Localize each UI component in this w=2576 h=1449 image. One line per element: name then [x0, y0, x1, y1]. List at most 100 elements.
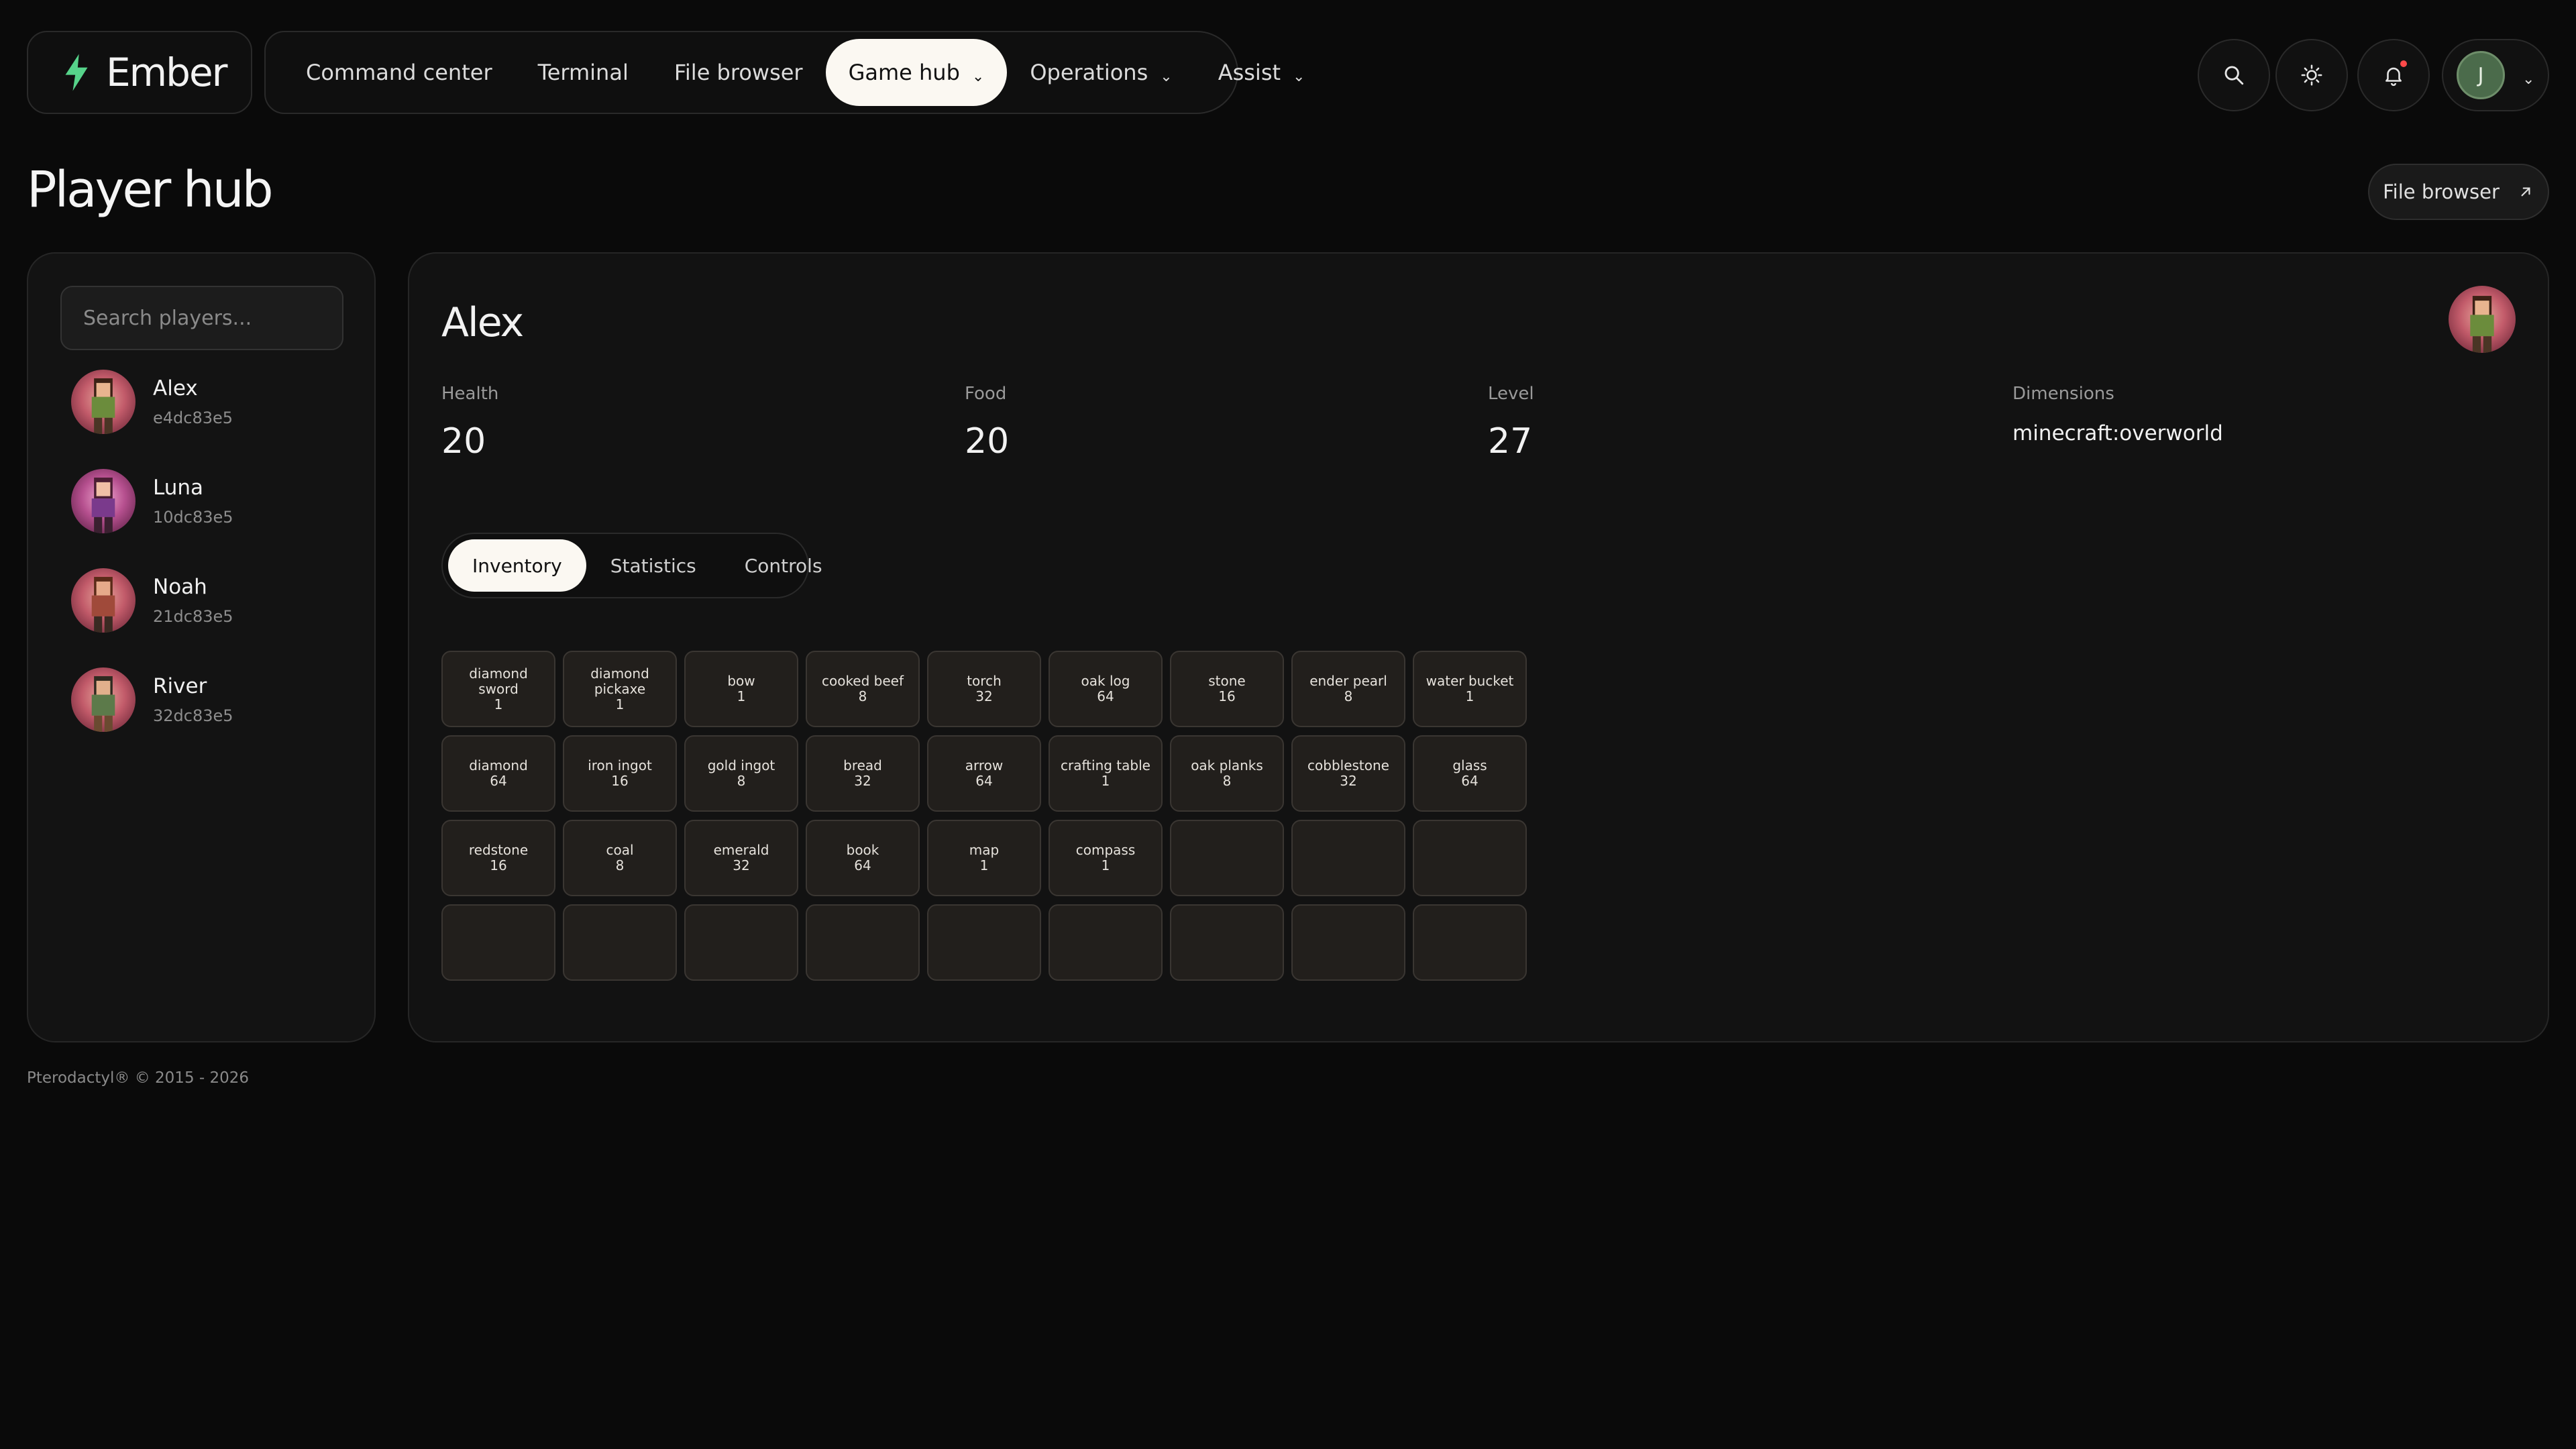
bell-icon [2385, 67, 2402, 87]
item-count: 1 [494, 696, 503, 712]
stat-health: Health 20 [441, 384, 498, 462]
item-name: bread [843, 757, 882, 773]
item-name: glass [1452, 757, 1487, 773]
item-name: emerald [713, 842, 769, 858]
item-count: 1 [737, 688, 746, 704]
item-name: torch [967, 673, 1002, 689]
item-count: 32 [975, 688, 993, 704]
inventory-slot[interactable]: crafting table 1 [1049, 735, 1163, 812]
nav-game-hub[interactable]: Game hub ⌄ [825, 39, 1008, 106]
inventory-slot[interactable]: iron ingot 16 [563, 735, 677, 812]
inventory-slot-empty[interactable] [1291, 904, 1405, 981]
inventory-slot[interactable]: stone 16 [1170, 651, 1284, 727]
player-sidebar: Alex e4dc83e5 Luna 10dc83e5 Noah 21dc83e… [27, 252, 376, 1042]
inventory-slot[interactable]: bread 32 [806, 735, 920, 812]
inventory-slot[interactable]: oak planks 8 [1170, 735, 1284, 812]
tab-statistics[interactable]: Statistics [586, 539, 720, 592]
page-title: Player hub [27, 161, 274, 219]
player-id: e4dc83e5 [153, 409, 233, 427]
tab-controls[interactable]: Controls [720, 539, 847, 592]
nav-terminal[interactable]: Terminal [515, 39, 651, 106]
inventory-slot[interactable]: coal 8 [563, 820, 677, 896]
item-count: 1 [615, 696, 625, 712]
notifications-button[interactable] [2357, 39, 2430, 111]
inventory-slot[interactable]: ender pearl 8 [1291, 651, 1405, 727]
inventory-slot[interactable]: diamond 64 [441, 735, 555, 812]
player-list-item-noah[interactable]: Noah 21dc83e5 [71, 564, 353, 637]
inventory-grid: diamond sword 1 diamond pickaxe 1 bow 1 cooked… [441, 651, 1527, 981]
player-avatar [71, 370, 136, 434]
item-name: diamond pickaxe [590, 665, 649, 697]
chevron-down-icon: ⌄ [2522, 70, 2535, 88]
stat-level: Level 27 [1488, 384, 1534, 462]
inventory-slot[interactable]: water bucket 1 [1413, 651, 1527, 727]
item-name: coal [606, 842, 634, 858]
nav-assist[interactable]: Assist ⌄ [1195, 39, 1328, 106]
search-icon [2224, 66, 2244, 85]
inventory-slot[interactable]: glass 64 [1413, 735, 1527, 812]
player-detail-panel: Alex Health 20 Food 20 Level 27 Dimensio… [408, 252, 2549, 1042]
inventory-slot-empty[interactable] [1170, 820, 1284, 896]
file-browser-link-button[interactable]: File browser [2368, 164, 2549, 220]
inventory-slot[interactable]: emerald 32 [684, 820, 798, 896]
item-name: oak planks [1191, 757, 1263, 773]
inventory-slot[interactable]: bow 1 [684, 651, 798, 727]
sun-icon [2301, 64, 2322, 86]
inventory-slot[interactable]: torch 32 [927, 651, 1041, 727]
player-id: 21dc83e5 [153, 607, 233, 626]
inventory-slot-empty[interactable] [1291, 820, 1405, 896]
stat-label: Level [1488, 384, 1534, 404]
user-menu-button[interactable]: J ⌄ [2442, 39, 2549, 111]
item-count: 64 [1461, 773, 1479, 789]
nav-operations[interactable]: Operations ⌄ [1007, 39, 1195, 106]
player-list-item-luna[interactable]: Luna 10dc83e5 [71, 464, 353, 538]
player-search-input[interactable] [60, 286, 343, 350]
item-count: 32 [733, 857, 750, 873]
chevron-down-icon: ⌄ [1293, 68, 1305, 85]
player-tabs: Inventory Statistics Controls [441, 533, 822, 598]
inventory-slot-empty[interactable] [1170, 904, 1284, 981]
stat-dimensions: Dimensions minecraft:overworld [2012, 384, 2223, 445]
inventory-slot[interactable]: diamond pickaxe 1 [563, 651, 677, 727]
item-count: 1 [979, 857, 989, 873]
item-count: 16 [1218, 688, 1236, 704]
footer-copyright: Pterodactyl® © 2015 - 2026 [27, 1069, 250, 1087]
inventory-slot-empty[interactable] [563, 904, 677, 981]
main-nav: Command center Terminal File browser Gam… [264, 31, 1305, 114]
inventory-slot-empty[interactable] [927, 904, 1041, 981]
chevron-down-icon: ⌄ [971, 68, 985, 85]
inventory-slot-empty[interactable] [806, 904, 920, 981]
item-count: 64 [490, 773, 507, 789]
item-name: gold ingot [707, 757, 775, 773]
item-count: 16 [611, 773, 629, 789]
inventory-slot[interactable]: gold ingot 8 [684, 735, 798, 812]
stat-label: Food [965, 384, 1007, 404]
nav-label: Game hub [848, 60, 960, 85]
item-name: cobblestone [1307, 757, 1389, 773]
inventory-slot[interactable]: redstone 16 [441, 820, 555, 896]
inventory-slot[interactable]: cobblestone 32 [1291, 735, 1405, 812]
inventory-slot-empty[interactable] [1049, 904, 1163, 981]
nav-command-center[interactable]: Command center [283, 39, 515, 106]
inventory-slot-empty[interactable] [684, 904, 798, 981]
search-button[interactable] [2198, 39, 2270, 111]
inventory-slot-empty[interactable] [1413, 820, 1527, 896]
inventory-slot[interactable]: diamond sword 1 [441, 651, 555, 727]
tab-inventory[interactable]: Inventory [448, 539, 586, 592]
nav-label: File browser [674, 60, 803, 85]
inventory-slot[interactable]: book 64 [806, 820, 920, 896]
inventory-slot[interactable]: cooked beef 8 [806, 651, 920, 727]
inventory-slot[interactable]: compass 1 [1049, 820, 1163, 896]
nav-label: Terminal [537, 60, 629, 85]
brand-logo[interactable]: Ember [27, 31, 252, 114]
inventory-slot[interactable]: arrow 64 [927, 735, 1041, 812]
inventory-slot[interactable]: map 1 [927, 820, 1041, 896]
inventory-slot-empty[interactable] [1413, 904, 1527, 981]
item-count: 8 [737, 773, 746, 789]
theme-toggle-button[interactable] [2275, 39, 2348, 111]
inventory-slot[interactable]: oak log 64 [1049, 651, 1163, 727]
nav-file-browser[interactable]: File browser [651, 39, 826, 106]
player-list-item-river[interactable]: River 32dc83e5 [71, 663, 353, 737]
player-list-item-alex[interactable]: Alex e4dc83e5 [71, 365, 353, 439]
inventory-slot-empty[interactable] [441, 904, 555, 981]
